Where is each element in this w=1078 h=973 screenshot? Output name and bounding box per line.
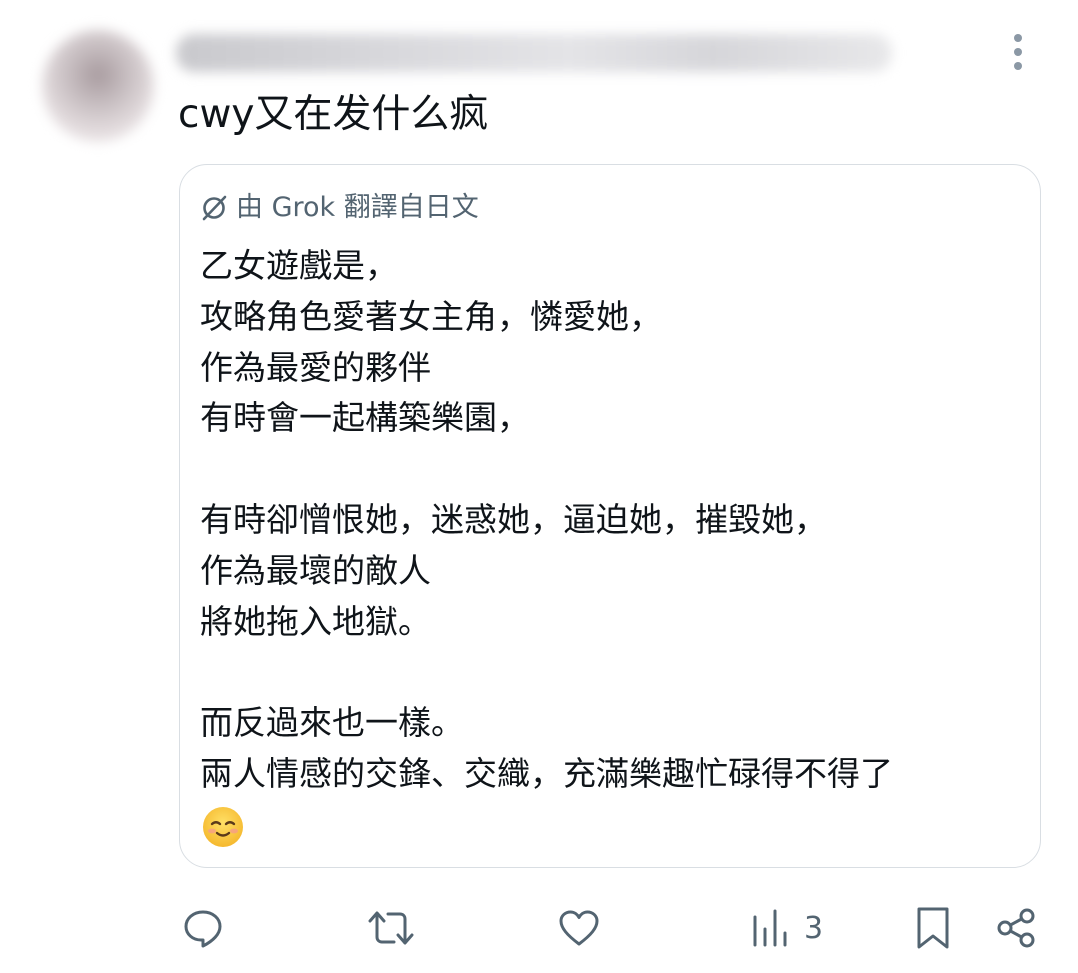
more-vertical-icon-dot: [1014, 48, 1022, 56]
like-button[interactable]: [557, 900, 601, 956]
smiling-face-emoji: [203, 807, 243, 847]
more-vertical-icon: [1014, 34, 1022, 42]
more-options-button[interactable]: [1000, 30, 1036, 74]
translation-note-label: 由 Grok 翻譯自日文: [236, 192, 479, 223]
share-button[interactable]: [996, 900, 1038, 956]
reply-icon: [184, 910, 222, 948]
bookmark-button[interactable]: [914, 900, 952, 956]
views-count: 3: [804, 910, 824, 946]
bookmark-icon: [917, 907, 949, 949]
share-icon: [997, 908, 1035, 948]
quote-card[interactable]: 由 Grok 翻譯自日文 乙女遊戲是， 攻略角色愛著女主角，憐愛她， 作為最愛的…: [179, 164, 1041, 868]
post-text: cwy又在发什么疯: [178, 92, 489, 137]
translation-note[interactable]: 由 Grok 翻譯自日文: [200, 191, 479, 225]
action-bar: 3: [0, 900, 1078, 956]
more-vertical-icon-dot: [1014, 62, 1022, 70]
translated-text: 乙女遊戲是， 攻略角色愛著女主角，憐愛她， 作為最愛的夥伴 有時會一起構築樂園，…: [200, 246, 893, 793]
repost-button[interactable]: [366, 900, 416, 956]
views-button[interactable]: 3: [750, 900, 823, 956]
grok-translate-icon: [202, 195, 227, 221]
author-name-redacted[interactable]: [176, 34, 892, 72]
avatar[interactable]: [42, 30, 154, 142]
repost-icon: [368, 911, 414, 945]
heart-icon: [559, 910, 599, 946]
views-icon: [753, 909, 787, 947]
reply-button[interactable]: [182, 900, 224, 956]
